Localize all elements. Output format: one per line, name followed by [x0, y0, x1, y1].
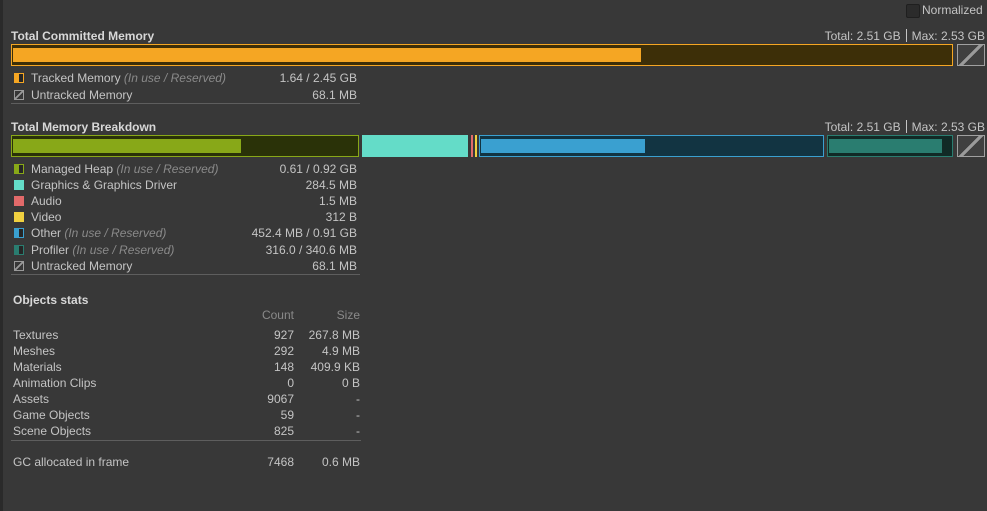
object-size: 267.8 MB: [308, 328, 360, 342]
committed-legend-label: Untracked Memory: [31, 88, 133, 102]
committed-legend-label: Tracked Memory (In use / Reserved): [31, 71, 226, 85]
object-count: 59: [280, 408, 294, 422]
totals-separator: [905, 120, 907, 133]
breakdown-legend-divider: [11, 274, 360, 275]
object-count: 292: [273, 344, 294, 358]
profiler-in-use-fill: [829, 139, 942, 153]
breakdown-legend-value: 312 B: [325, 210, 357, 225]
object-count: 825: [273, 424, 294, 438]
breakdown-legend-label: Graphics & Graphics Driver: [31, 178, 178, 193]
object-type-label: Scene Objects: [13, 424, 92, 438]
gc-allocated-size: 0.6 MB: [321, 455, 360, 469]
objects-divider: [11, 440, 361, 441]
object-count: 148: [273, 360, 294, 374]
managed-heap-in-use-fill: [13, 139, 241, 153]
managed-heap-bar[interactable]: [11, 135, 359, 157]
tracked-memory-bar[interactable]: [11, 44, 953, 66]
breakdown-untracked-bar[interactable]: [957, 135, 985, 157]
committed-totals: Total: 2.51 GB Max: 2.53 GB: [825, 29, 985, 43]
color-swatch-icon: [14, 196, 24, 207]
object-type-label: Meshes: [13, 344, 56, 358]
half-filled-square-icon: [14, 73, 24, 83]
breakdown-legend-label: Profiler (In use / Reserved): [31, 242, 175, 257]
object-type-label: Materials: [13, 360, 62, 374]
other-bar[interactable]: [479, 135, 824, 157]
other-in-use-fill: [481, 139, 645, 153]
half-filled-square-icon: [14, 244, 24, 255]
object-size: -: [356, 408, 360, 422]
profiler-bar[interactable]: [827, 135, 953, 157]
breakdown-legend-label: Video: [31, 210, 62, 225]
legend-note: (In use / Reserved): [61, 226, 167, 241]
breakdown-legend-value: 1.5 MB: [318, 194, 357, 209]
gc-allocated-count: 7468: [267, 455, 294, 469]
color-swatch-icon: [14, 180, 24, 191]
graphics-bar[interactable]: [362, 135, 468, 157]
object-type-label: Assets: [13, 392, 50, 406]
object-size: 409.9 KB: [310, 360, 360, 374]
color-swatch-icon: [14, 212, 24, 223]
count-column-header: Count: [261, 308, 294, 322]
half-filled-square-icon: [14, 228, 24, 239]
breakdown-legend-label: Other (In use / Reserved): [31, 226, 167, 241]
size-column-header: Size: [336, 308, 360, 322]
breakdown-legend-label: Audio: [31, 194, 62, 209]
committed-legend-value: 1.64 / 2.45 GB: [279, 71, 357, 85]
totals-separator: [905, 29, 907, 42]
object-size: 0 B: [341, 376, 360, 390]
object-size: 4.9 MB: [321, 344, 360, 358]
object-type-label: Game Objects: [13, 408, 90, 422]
committed-max: Max: 2.53 GB: [911, 29, 985, 43]
breakdown-title: Total Memory Breakdown: [11, 120, 157, 134]
object-type-label: Animation Clips: [13, 376, 97, 390]
legend-note: (In use / Reserved): [69, 242, 175, 257]
committed-total: Total: 2.51 GB: [824, 29, 901, 43]
committed-title: Total Committed Memory: [11, 29, 155, 43]
object-size: -: [356, 424, 360, 438]
breakdown-totals: Total: 2.51 GB Max: 2.53 GB: [825, 120, 985, 134]
breakdown-legend-value: 0.61 / 0.92 GB: [279, 162, 357, 176]
breakdown-legend-value: 284.5 MB: [305, 178, 357, 193]
breakdown-max: Max: 2.53 GB: [911, 120, 985, 134]
normalized-checkbox[interactable]: [906, 4, 920, 18]
object-count: 9067: [267, 392, 294, 406]
objects-stats-title: Objects stats: [13, 293, 89, 307]
normalized-label: Normalized: [922, 3, 983, 17]
object-size: -: [356, 392, 360, 406]
tracked-memory-in-use-fill: [13, 48, 641, 62]
object-count: 0: [287, 376, 294, 390]
window-left-border: [0, 0, 3, 511]
breakdown-total: Total: 2.51 GB: [824, 120, 901, 134]
breakdown-legend-value: 316.0 / 340.6 MB: [265, 242, 357, 257]
video-bar[interactable]: [475, 135, 477, 157]
half-filled-square-icon: [14, 164, 24, 174]
breakdown-legend-label: Untracked Memory: [31, 258, 133, 273]
hatched-square-icon: [14, 260, 24, 271]
breakdown-legend-value: 452.4 MB / 0.91 GB: [251, 226, 357, 241]
audio-bar[interactable]: [471, 135, 473, 157]
breakdown-legend-label: Managed Heap (In use / Reserved): [31, 162, 219, 176]
committed-legend-divider: [11, 103, 360, 104]
untracked-memory-bar[interactable]: [957, 44, 985, 66]
gc-allocated-label: GC allocated in frame: [13, 455, 130, 469]
object-count: 927: [273, 328, 294, 342]
committed-legend-value: 68.1 MB: [312, 88, 357, 102]
object-type-label: Textures: [13, 328, 59, 342]
hatched-square-icon: [14, 90, 24, 100]
breakdown-legend-value: 68.1 MB: [312, 258, 357, 273]
